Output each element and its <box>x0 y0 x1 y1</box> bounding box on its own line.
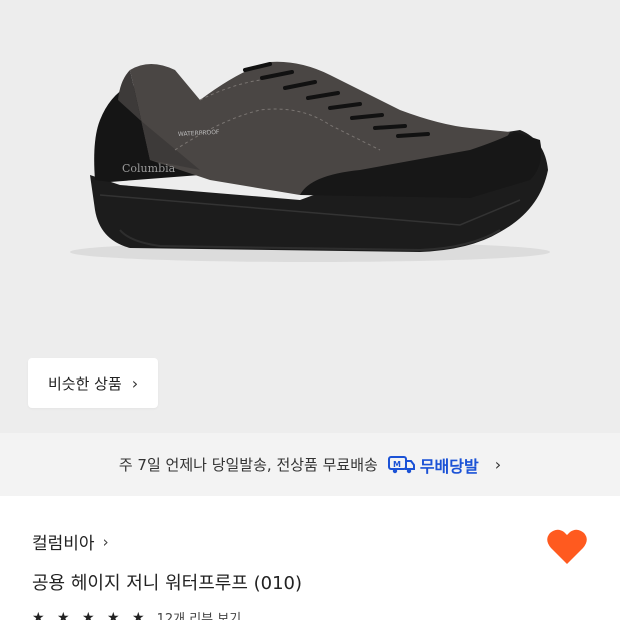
svg-text:Columbia: Columbia <box>122 162 176 175</box>
rating-row[interactable]: ★ ★ ★ ★ ★ 12개 리뷰 보기 <box>32 608 241 620</box>
review-link[interactable]: 12개 리뷰 보기 <box>157 608 242 620</box>
brand-name: 컬럼비아 <box>32 534 95 554</box>
shipping-banner[interactable]: 주 7일 언제나 당일발송, 전상품 무료배송 M 무배당발 › <box>0 433 620 496</box>
delivery-truck-icon: M <box>387 455 415 473</box>
similar-products-button[interactable]: 비슷한 상품 › <box>28 358 159 408</box>
chevron-right-icon: › <box>494 455 502 474</box>
svg-text:M: M <box>393 460 401 469</box>
chevron-right-icon: › <box>102 532 109 551</box>
product-info: 컬럼비아 › 공용 헤이지 저니 워터프루프 (010) ★ ★ ★ ★ ★ 1… <box>0 496 620 620</box>
shipping-notice: 주 7일 언제나 당일발송, 전상품 무료배송 <box>118 456 378 474</box>
star-rating: ★ ★ ★ ★ ★ <box>32 609 149 620</box>
product-title: 공용 헤이지 저니 워터프루프 (010) <box>32 573 303 594</box>
chevron-right-icon: › <box>131 373 139 393</box>
free-shipping-label: 무배당발 <box>419 456 479 476</box>
free-shipping-badge: M 무배당발 <box>387 453 479 477</box>
similar-products-label: 비슷한 상품 <box>48 374 122 393</box>
heart-icon[interactable] <box>546 528 588 566</box>
brand-link[interactable]: 컬럼비아 › <box>32 529 109 555</box>
